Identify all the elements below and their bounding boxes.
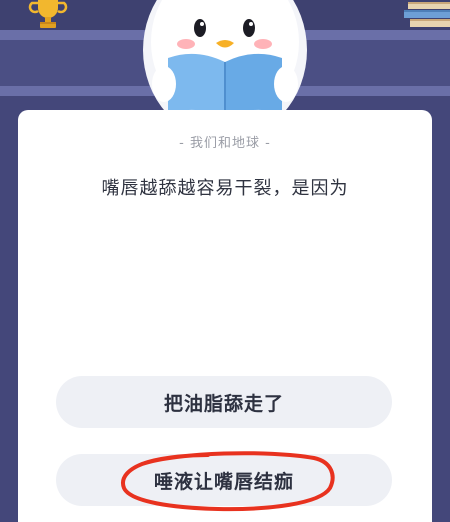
answer-option-2[interactable]: 唾液让嘴唇结痂 [56, 454, 392, 506]
trophy-icon [28, 0, 68, 28]
answer-option-1[interactable]: 把油脂舔走了 [56, 376, 392, 428]
books-icon [404, 2, 450, 27]
question-text: 嘴唇越舔越容易干裂，是因为 [101, 178, 349, 199]
question-card: - 我们和地球 - 嘴唇越舔越容易干裂，是因为 把油脂舔走了 唾液让嘴唇结痂 [18, 110, 432, 522]
category-label: - 我们和地球 - [179, 136, 271, 151]
answer-option-label: 唾液让嘴唇结痂 [153, 470, 294, 493]
answer-option-label: 把油脂舔走了 [163, 392, 284, 415]
quiz-screen: - 我们和地球 - 嘴唇越舔越容易干裂，是因为 把油脂舔走了 唾液让嘴唇结痂 [0, 0, 450, 522]
